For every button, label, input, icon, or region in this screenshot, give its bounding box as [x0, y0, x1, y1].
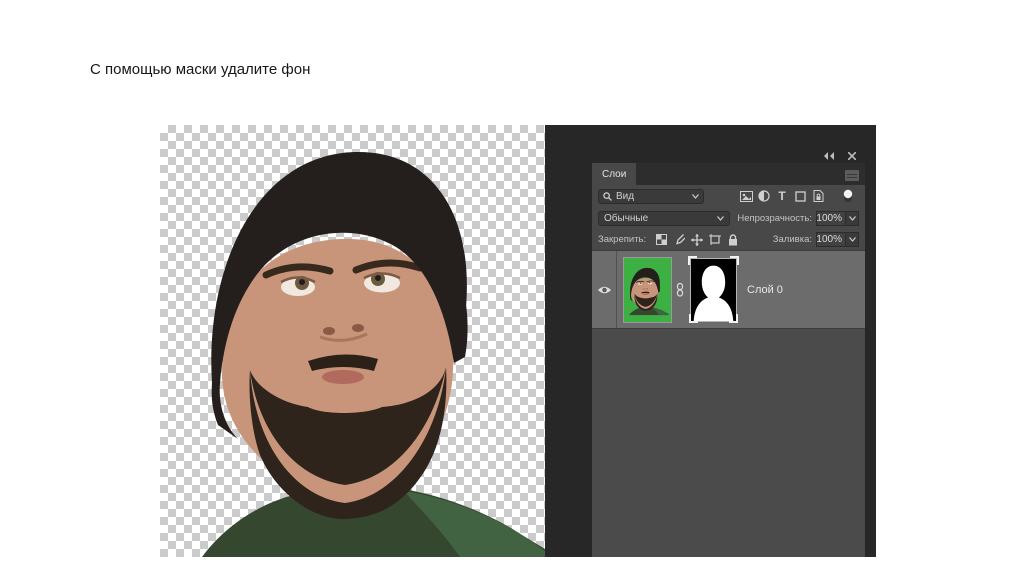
lock-all-button[interactable]: [724, 232, 742, 248]
blend-mode-select[interactable]: Обычные: [598, 210, 730, 226]
filter-row: Вид T: [592, 185, 865, 207]
lock-label: Закрепить:: [598, 234, 647, 245]
eye-icon: [597, 286, 611, 293]
filter-type-layers-button[interactable]: T: [773, 188, 791, 204]
lock-position-button[interactable]: [688, 232, 706, 248]
layers-panel-body: Вид T Обычные Непрозрачность: 100% Закре…: [592, 185, 865, 557]
close-icon: [848, 151, 856, 160]
photoshop-canvas: [160, 125, 545, 557]
filter-kind-value: Вид: [616, 190, 635, 202]
panel-topbar: [592, 148, 865, 163]
layer-visibility-button[interactable]: [592, 251, 617, 328]
adjustment-icon: [758, 190, 770, 202]
filter-pixel-layers-button[interactable]: [737, 188, 755, 204]
layer-mask-thumbnail[interactable]: [688, 255, 739, 324]
photoshop-chrome: Слои Вид T Обычные Непрозрачность: 100% …: [545, 125, 876, 557]
opacity-label: Непрозрачность:: [737, 212, 812, 224]
lock-transparency-button[interactable]: [652, 232, 670, 248]
fill-dropdown-button[interactable]: [846, 232, 859, 247]
lock-row: Закрепить: Заливка: 100%: [592, 229, 865, 250]
chevron-down-icon: [848, 215, 856, 221]
screenshot-region: Слои Вид T Обычные Непрозрачность: 100% …: [160, 125, 876, 557]
layer-row[interactable]: Слой 0: [592, 250, 865, 329]
shape-icon: [794, 190, 806, 202]
lock-pixels-button[interactable]: [670, 232, 688, 248]
layers-empty-area[interactable]: [592, 329, 865, 557]
move-icon: [691, 233, 704, 246]
layers-panel: Слои Вид T Обычные Непрозрачность: 100% …: [592, 148, 865, 557]
close-panel-button[interactable]: [846, 151, 858, 161]
portrait-image: [160, 125, 545, 557]
layer-thumbnail-portrait: [624, 264, 669, 316]
chevron-down-icon: [848, 237, 856, 242]
filter-smart-objects-button[interactable]: [809, 188, 827, 204]
slide-title: С помощью маски удалите фон: [90, 61, 311, 78]
layer-thumbnail[interactable]: [623, 256, 672, 323]
collapse-panel-button[interactable]: [822, 151, 836, 161]
lock-artboard-button[interactable]: [706, 232, 724, 248]
fill-label: Заливка:: [772, 234, 812, 245]
chevron-down-icon: [717, 215, 724, 221]
toggle-circle-icon: [843, 189, 853, 202]
filter-icons-group: T: [737, 188, 859, 204]
fill-value-field[interactable]: 100%: [816, 232, 846, 247]
artboard-icon: [709, 234, 722, 245]
layer-name: Слой 0: [747, 283, 783, 296]
search-icon: [603, 191, 612, 201]
collapse-icon: [824, 151, 834, 160]
opacity-value-field[interactable]: 100%: [816, 210, 846, 226]
mask-silhouette: [691, 259, 736, 321]
panel-tabbar: Слои: [592, 163, 865, 185]
tab-layers[interactable]: Слои: [592, 163, 637, 185]
chevron-down-icon: [692, 193, 699, 199]
filter-kind-select[interactable]: Вид: [598, 188, 704, 204]
layer-mask-frame: [689, 257, 738, 323]
filter-shape-layers-button[interactable]: [791, 188, 809, 204]
smart-object-icon: [813, 190, 823, 202]
opacity-dropdown-button[interactable]: [846, 210, 859, 226]
blend-mode-value: Обычные: [604, 212, 649, 224]
filter-adjustment-layers-button[interactable]: [755, 188, 773, 204]
chain-link-icon: [676, 282, 684, 297]
mask-link[interactable]: [672, 282, 688, 297]
padlock-icon: [729, 233, 738, 245]
brush-icon: [675, 234, 685, 245]
panel-menu-icon[interactable]: [845, 170, 859, 181]
filter-toggle-switch[interactable]: [839, 188, 857, 204]
checkerboard-icon: [655, 234, 667, 245]
image-icon: [739, 190, 753, 202]
blend-row: Обычные Непрозрачность: 100%: [592, 207, 865, 229]
